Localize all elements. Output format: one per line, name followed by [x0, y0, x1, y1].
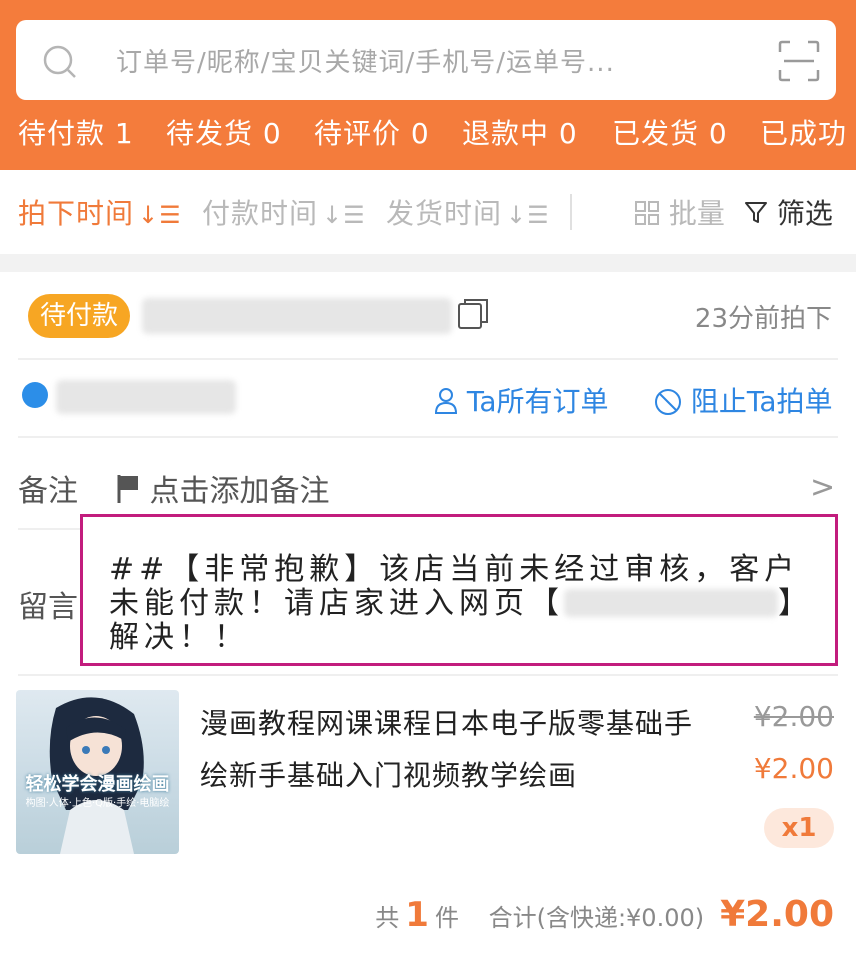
search-icon — [43, 45, 76, 78]
grid-icon — [635, 201, 659, 225]
sort-payment-time-label: 付款时间 — [202, 197, 319, 230]
sort-shipping-time-label: 发货时间 — [386, 197, 503, 230]
all-orders-link[interactable]: Ta所有订单 — [434, 380, 609, 420]
filter-button[interactable]: 筛选 — [744, 192, 833, 232]
thumb-subtitle: 构图·人体·上色·Q版·手绘·电脑绘 — [25, 798, 170, 809]
copy-icon[interactable] — [455, 296, 491, 332]
product-thumbnail[interactable]: 轻松学会漫画绘画 构图·人体·上色·Q版·手绘·电脑绘 — [16, 690, 179, 854]
add-note-button[interactable]: 点击添加备注 — [116, 466, 330, 510]
order-summary: 共1件 合计(含快递:¥0.00) ¥2.00 — [375, 894, 834, 935]
order-time: 23分前拍下 — [694, 304, 832, 334]
tab-refunding[interactable]: 退款中 0 — [462, 112, 578, 152]
block-buyer-link[interactable]: 阻止Ta拍单 — [654, 380, 833, 420]
message-annotation-box: ##【非常抱歉】该店当前未经过审核，客户未能付款！请店家进入网页【 】解决！！ — [80, 514, 838, 666]
divider — [18, 674, 838, 676]
item-count: 1 — [405, 895, 429, 935]
message-label: 留言 — [18, 590, 78, 625]
original-price: ¥2.00 — [753, 700, 834, 733]
quantity-badge: x1 — [764, 808, 834, 848]
search-input[interactable]: 订单号/昵称/宝贝关键词/手机号/运单号... — [116, 42, 615, 79]
buyer-message: ##【非常抱歉】该店当前未经过审核，客户未能付款！请店家进入网页【 】解决！！ — [109, 553, 829, 655]
sort-order-time[interactable]: 拍下时间 ↓☰ — [18, 192, 182, 232]
order-total: ¥2.00 — [720, 894, 834, 935]
sort-desc-icon: ↓☰ — [138, 201, 182, 229]
redacted-url — [564, 589, 778, 617]
thumb-title: 轻松学会漫画绘画 — [25, 774, 170, 795]
section-gap — [0, 254, 856, 272]
buyer-avatar — [22, 382, 48, 408]
all-orders-label: Ta所有订单 — [466, 385, 609, 418]
flag-icon — [117, 475, 138, 503]
sort-shipping-time[interactable]: 发货时间 ↓☰ — [386, 192, 550, 232]
batch-label: 批量 — [668, 197, 725, 230]
divider — [18, 358, 838, 360]
add-note-label: 点击添加备注 — [149, 474, 330, 509]
redacted-order-id — [142, 298, 452, 334]
total-label: 合计(含快递:¥0.00) — [488, 904, 705, 932]
product-title[interactable]: 漫画教程网课课程日本电子版零基础手绘新手基础入门视频教学绘画 — [200, 698, 700, 802]
filter-label: 筛选 — [776, 197, 833, 230]
tab-pending-review[interactable]: 待评价 0 — [314, 112, 430, 152]
redacted-buyer-name — [56, 380, 236, 414]
search-bar[interactable]: 订单号/昵称/宝贝关键词/手机号/运单号... — [16, 20, 836, 100]
batch-button[interactable]: 批量 — [634, 192, 725, 232]
user-icon — [434, 388, 458, 414]
scan-icon[interactable] — [778, 40, 820, 82]
tab-pending-payment[interactable]: 待付款 1 — [18, 112, 134, 152]
block-icon — [655, 389, 681, 415]
sort-desc-icon: ↓☰ — [322, 201, 366, 229]
filter-icon — [745, 202, 767, 223]
status-tabs: 待付款 1 待发货 0 待评价 0 退款中 0 已发货 0 已成功 — [0, 112, 856, 162]
tab-shipped[interactable]: 已发货 0 — [612, 112, 728, 152]
header: 订单号/昵称/宝贝关键词/手机号/运单号... 待付款 1 待发货 0 待评价 … — [0, 0, 856, 170]
divider — [570, 194, 572, 230]
summary-suffix: 件 — [434, 904, 459, 932]
current-price: ¥2.00 — [753, 752, 834, 785]
sort-desc-icon: ↓☰ — [506, 201, 550, 229]
tab-pending-shipment[interactable]: 待发货 0 — [166, 112, 282, 152]
block-buyer-label: 阻止Ta拍单 — [690, 385, 833, 418]
order-card: 待付款 23分前拍下 Ta所有订单 阻止Ta拍单 备注 点击添加备注 > 留言 … — [0, 272, 856, 978]
sort-order-time-label: 拍下时间 — [18, 197, 135, 230]
sort-bar: 拍下时间 ↓☰ 付款时间 ↓☰ 发货时间 ↓☰ 批量 筛选 — [0, 170, 856, 254]
tab-completed[interactable]: 已成功 — [760, 112, 847, 152]
sort-payment-time[interactable]: 付款时间 ↓☰ — [202, 192, 366, 232]
divider — [18, 436, 838, 438]
note-label: 备注 — [18, 474, 78, 509]
chevron-right-icon[interactable]: > — [810, 470, 835, 505]
summary-prefix: 共 — [375, 904, 400, 932]
status-badge: 待付款 — [28, 294, 131, 338]
